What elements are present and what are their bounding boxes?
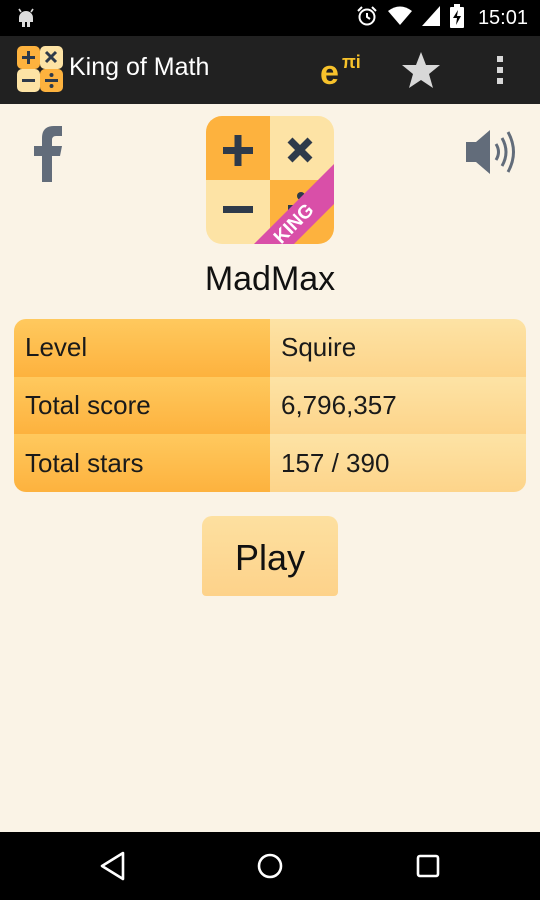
- stat-label: Level: [14, 319, 270, 377]
- overflow-menu-icon[interactable]: [488, 50, 512, 90]
- status-time: 15:01: [477, 6, 528, 29]
- stat-row-total-score: Total score 6,796,357: [14, 376, 526, 435]
- android-debug-icon: [14, 6, 38, 34]
- recent-apps-icon[interactable]: [414, 852, 442, 880]
- svg-text:e: e: [320, 54, 339, 92]
- alarm-icon: [356, 5, 378, 31]
- navigation-bar: [0, 832, 540, 900]
- stats-table: Level Squire Total score 6,796,357 Total…: [14, 319, 526, 492]
- play-button[interactable]: Play: [202, 516, 338, 596]
- king-of-math-logo: KING: [206, 116, 334, 244]
- speaker-icon[interactable]: [462, 126, 520, 178]
- stat-label: Total score: [14, 376, 270, 435]
- svg-text:πi: πi: [342, 52, 361, 72]
- star-icon[interactable]: [399, 50, 443, 90]
- status-bar: 15:01: [0, 0, 540, 36]
- stat-row-level: Level Squire: [14, 319, 526, 377]
- wifi-icon: [387, 6, 412, 30]
- back-icon[interactable]: [98, 850, 128, 882]
- stat-row-total-stars: Total stars 157 / 390: [14, 434, 526, 492]
- stat-value: 6,796,357: [270, 376, 526, 435]
- battery-charging-icon: [449, 4, 464, 32]
- stat-value: Squire: [270, 319, 526, 377]
- home-icon[interactable]: [255, 851, 285, 881]
- app-logo-icon[interactable]: [17, 46, 63, 92]
- app-title: King of Math: [69, 53, 210, 81]
- stat-value: 157 / 390: [270, 434, 526, 492]
- main-content: KING MadMax Level Squire Total score 6,7…: [0, 104, 540, 832]
- signal-icon: [421, 6, 440, 30]
- stat-label: Total stars: [14, 434, 270, 492]
- player-name: MadMax: [204, 260, 336, 298]
- epi-icon[interactable]: e πi: [318, 48, 368, 92]
- action-bar: King of Math e πi: [0, 36, 540, 104]
- facebook-icon[interactable]: [28, 124, 66, 182]
